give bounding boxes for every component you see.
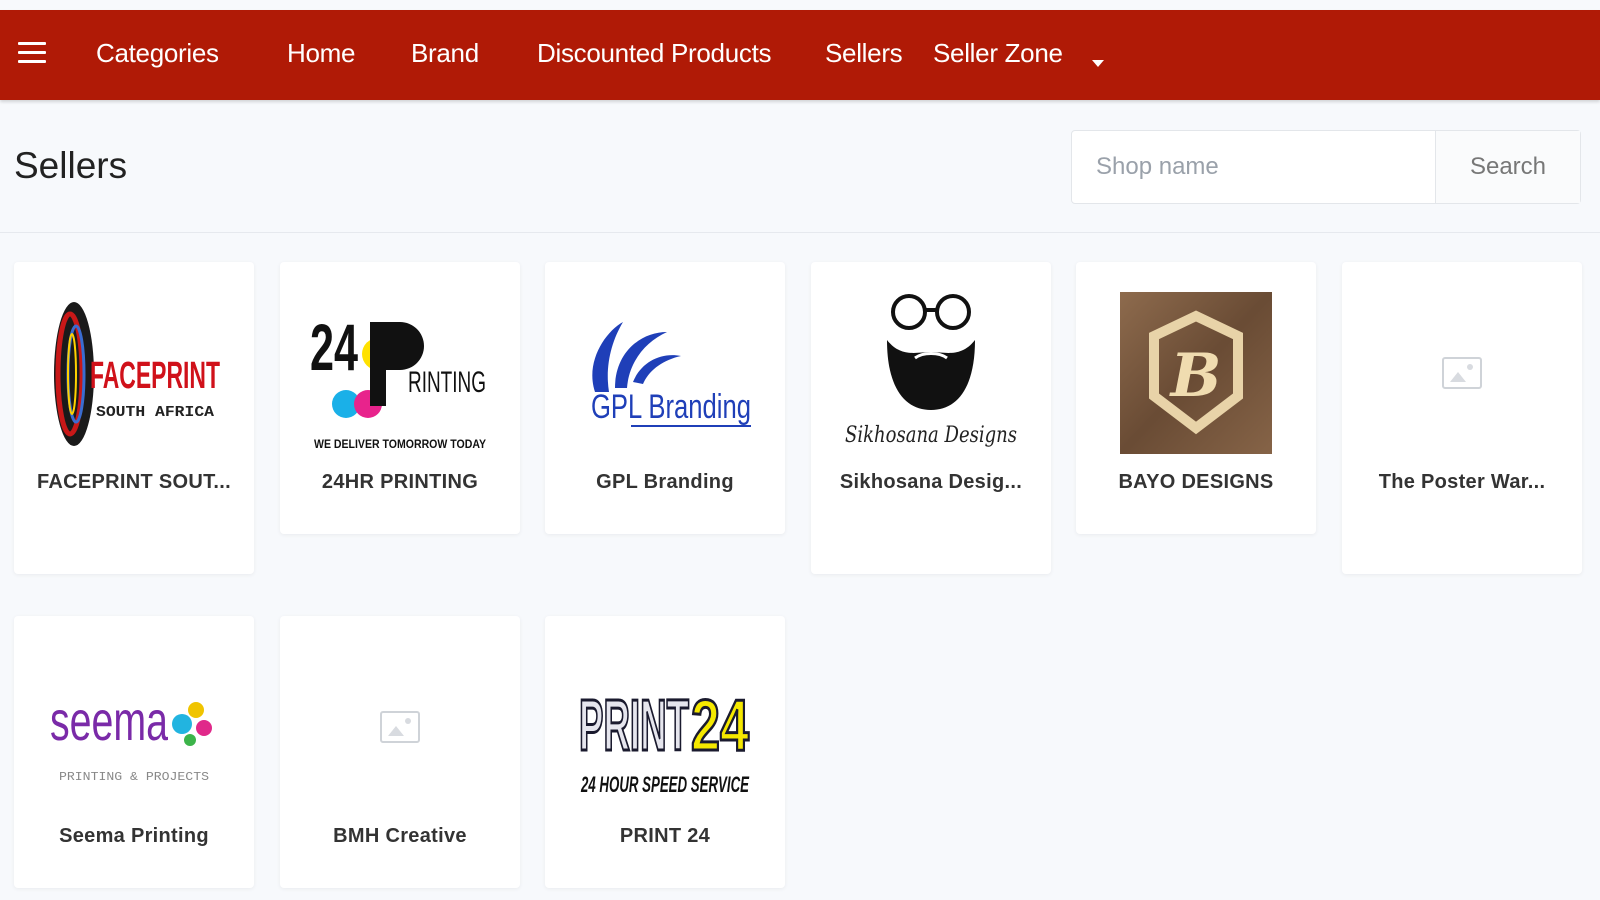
seller-name: 24HR PRINTING: [321, 471, 479, 493]
nav-categories[interactable]: Categories: [96, 38, 219, 69]
nav-discounted-products[interactable]: Discounted Products: [537, 38, 772, 69]
seller-card-bmh-creative[interactable]: BMH Creative: [280, 616, 520, 888]
seller-card-gpl-branding[interactable]: GPL Branding GPL Branding: [545, 262, 785, 534]
nav-brand[interactable]: Brand: [411, 38, 479, 69]
search-button[interactable]: Search: [1435, 131, 1580, 203]
browser-top-strip: [0, 0, 1600, 10]
top-navbar: Categories Home Brand Discounted Product…: [0, 10, 1600, 100]
svg-text:SOUTH AFRICA: SOUTH AFRICA: [96, 404, 214, 421]
seller-name: FACEPRINT SOUT...: [36, 471, 231, 493]
seller-name: PRINT 24: [619, 825, 711, 847]
svg-text:FACEPRINT: FACEPRINT: [90, 355, 220, 397]
seller-logo-seema-printing: seema PRINTING & PROJECTS: [44, 646, 224, 808]
seller-card-print-24[interactable]: PRINT 24 24 HOUR SPEED SERVICE PRINT 24: [545, 616, 785, 888]
nav-sellers[interactable]: Sellers: [825, 38, 903, 69]
svg-text:24: 24: [310, 310, 358, 384]
svg-text:24: 24: [691, 686, 749, 766]
seller-logo-bmh-creative: [310, 646, 490, 808]
seller-card-poster-war[interactable]: The Poster War...: [1342, 262, 1582, 574]
svg-text:PRINT: PRINT: [579, 686, 689, 766]
seller-name: BAYO DESIGNS: [1118, 471, 1274, 493]
seller-card-bayo-designs[interactable]: B BAYO DESIGNS: [1076, 262, 1316, 534]
svg-text:WE DELIVER TOMORROW TODAY: WE DELIVER TOMORROW TODAY: [314, 437, 486, 451]
svg-text:PRINTING & PROJECTS: PRINTING & PROJECTS: [59, 770, 209, 784]
seller-logo-24hr-printing: 24 RINTING WE DELIVER TOMORROW TODAY: [310, 292, 490, 454]
image-placeholder-icon: [1442, 357, 1482, 389]
seller-card-24hr-printing[interactable]: 24 RINTING WE DELIVER TOMORROW TODAY 24H…: [280, 262, 520, 534]
seller-logo-print-24: PRINT 24 24 HOUR SPEED SERVICE: [575, 646, 755, 808]
svg-text:GPL Branding: GPL Branding: [591, 388, 751, 426]
svg-text:Sikhosana Designs: Sikhosana Designs: [845, 423, 1017, 448]
nav-home[interactable]: Home: [287, 38, 355, 69]
seller-card-faceprint[interactable]: FACEPRINT SOUTH AFRICA FACEPRINT SOUT...: [14, 262, 254, 574]
seller-name: The Poster War...: [1378, 471, 1546, 493]
svg-text:24 HOUR SPEED SERVICE: 24 HOUR SPEED SERVICE: [580, 772, 749, 797]
svg-text:seema: seema: [50, 689, 169, 752]
shop-name-input[interactable]: [1072, 131, 1435, 203]
svg-text:RINTING: RINTING: [408, 366, 486, 399]
header-divider: [0, 232, 1600, 233]
seller-card-sikhosana[interactable]: Sikhosana Designs Sikhosana Desig...: [811, 262, 1051, 574]
seller-name: GPL Branding: [596, 471, 734, 493]
caret-down-icon[interactable]: [1092, 60, 1104, 67]
nav-seller-zone[interactable]: Seller Zone: [933, 38, 1063, 69]
seller-card-seema-printing[interactable]: seema PRINTING & PROJECTS Seema Printing: [14, 616, 254, 888]
svg-text:B: B: [1169, 341, 1222, 411]
hamburger-icon[interactable]: [18, 42, 46, 64]
seller-logo-faceprint: FACEPRINT SOUTH AFRICA: [44, 292, 224, 454]
seller-name: Sikhosana Desig...: [839, 471, 1023, 493]
seller-name: Seema Printing: [59, 825, 209, 847]
image-placeholder-icon: [380, 711, 420, 743]
seller-logo-bayo-designs: B: [1106, 292, 1286, 454]
page-title: Sellers: [14, 145, 128, 186]
seller-name: BMH Creative: [333, 825, 467, 847]
shop-search: Search: [1071, 130, 1581, 204]
seller-logo-sikhosana: Sikhosana Designs: [841, 292, 1021, 454]
seller-logo-gpl-branding: GPL Branding: [575, 292, 755, 454]
seller-logo-poster-war: [1372, 292, 1552, 454]
